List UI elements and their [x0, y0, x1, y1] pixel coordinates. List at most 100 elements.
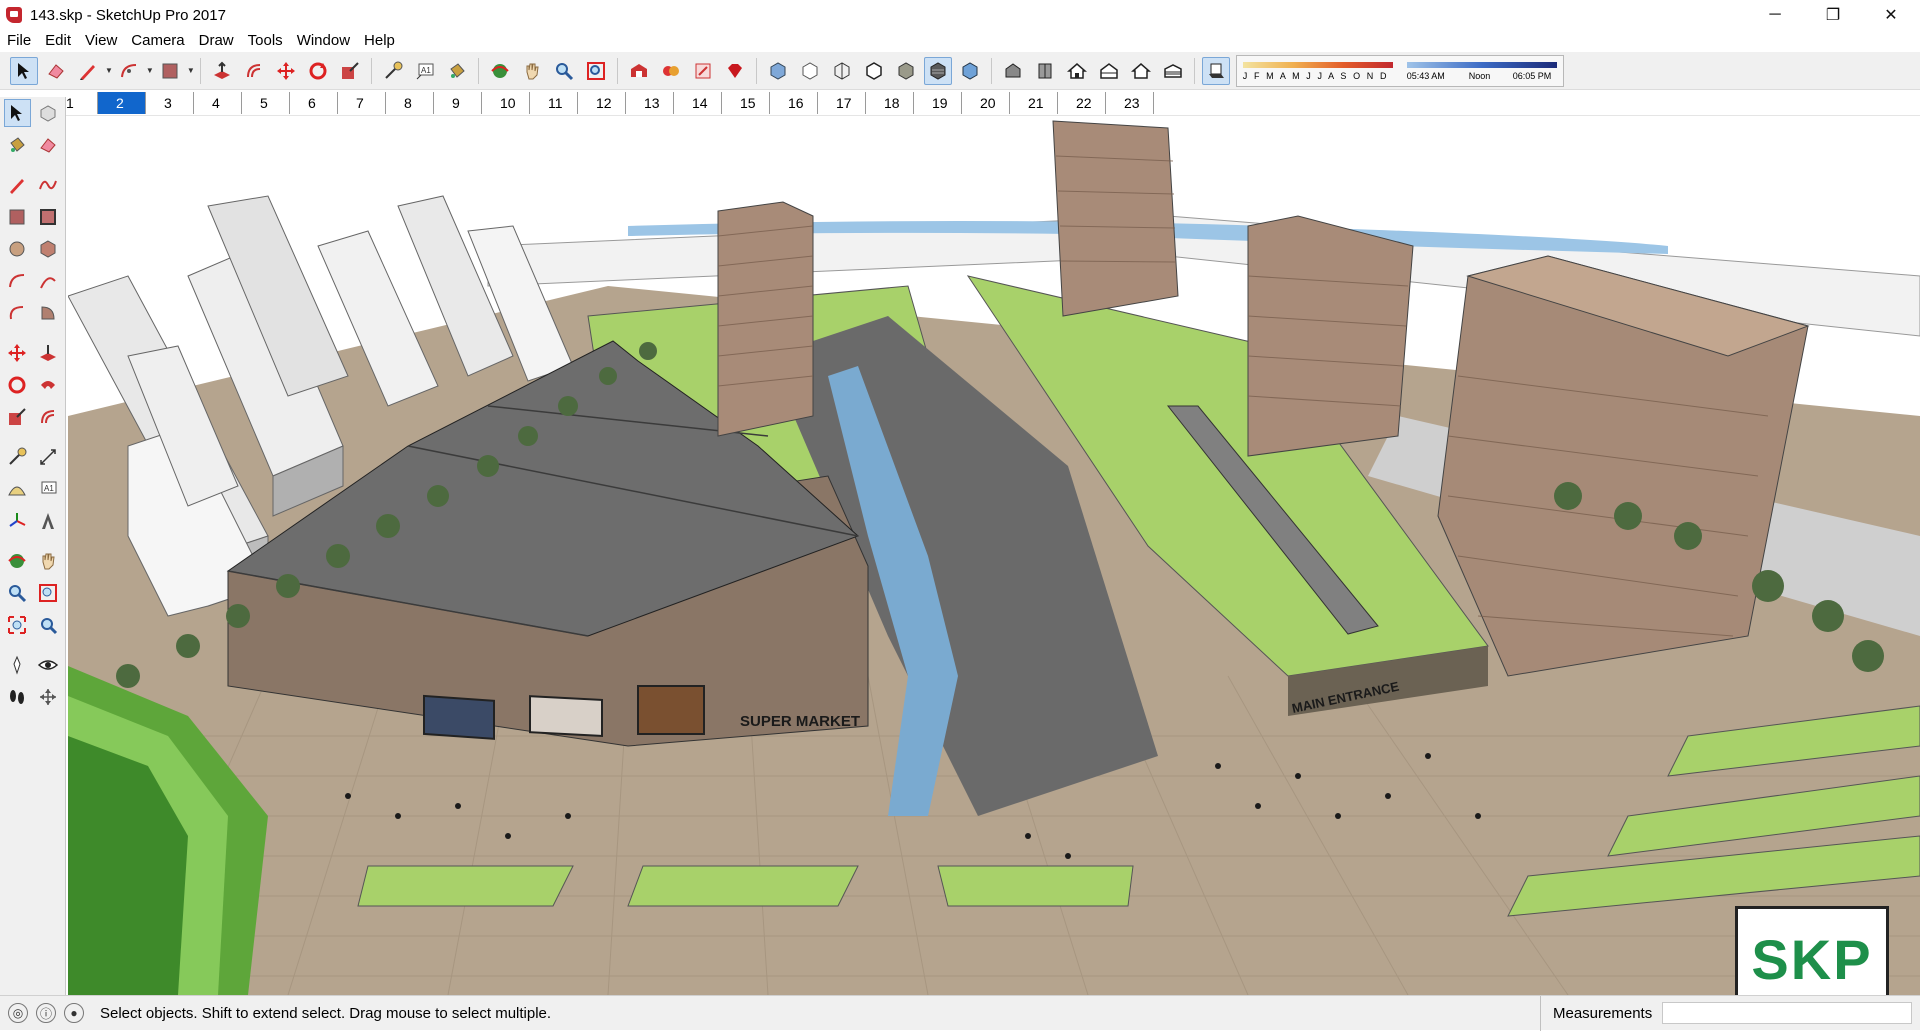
select-tool[interactable]	[4, 99, 31, 127]
walk-tool[interactable]	[4, 683, 31, 711]
model-viewport[interactable]: SUPER MARKET MAIN ENTRANCE SKP	[68, 116, 1920, 995]
extension-warehouse-button[interactable]	[657, 57, 685, 85]
orbit-button[interactable]	[486, 57, 514, 85]
orbit-tool[interactable]	[4, 547, 31, 575]
minimize-button[interactable]: ─	[1746, 0, 1804, 30]
eraser-tool[interactable]	[35, 131, 62, 159]
scene-tab-12[interactable]: 12	[578, 91, 626, 114]
front-view-button[interactable]	[1063, 57, 1091, 85]
move-button[interactable]	[272, 57, 300, 85]
eraser-tool-button[interactable]	[42, 57, 70, 85]
polygon-tool[interactable]	[35, 235, 62, 263]
pan-button[interactable]	[518, 57, 546, 85]
menu-camera[interactable]: Camera	[124, 30, 191, 52]
zoom-extents-button[interactable]	[582, 57, 610, 85]
circle-tool[interactable]	[4, 235, 31, 263]
zoom-tool[interactable]	[4, 579, 31, 607]
scene-tab-18[interactable]: 18	[866, 91, 914, 114]
user-account-icon[interactable]: ●	[64, 1003, 84, 1023]
arc-dropdown-icon[interactable]: ▼	[146, 66, 154, 75]
text-tool[interactable]: A1	[35, 475, 62, 503]
tape-measure-tool[interactable]	[4, 443, 31, 471]
scene-tab-5[interactable]: 5	[242, 91, 290, 114]
push-pull-tool[interactable]	[35, 339, 62, 367]
line-tool-button[interactable]	[74, 57, 102, 85]
axes-tool[interactable]	[4, 507, 31, 535]
rotate-button[interactable]	[304, 57, 332, 85]
layout-button[interactable]	[689, 57, 717, 85]
previous-view-tool[interactable]	[35, 611, 62, 639]
scene-tab-11[interactable]: 11	[530, 91, 578, 114]
offset-button[interactable]	[240, 57, 268, 85]
close-button[interactable]: ✕	[1862, 0, 1920, 30]
3d-warehouse-button[interactable]	[625, 57, 653, 85]
menu-file[interactable]: File	[0, 30, 38, 52]
scene-tab-8[interactable]: 8	[386, 91, 434, 114]
scene-tab-4[interactable]: 4	[194, 91, 242, 114]
menu-window[interactable]: Window	[290, 30, 357, 52]
shadows-toggle-button[interactable]	[1201, 56, 1230, 85]
three-point-arc-tool[interactable]	[4, 299, 31, 327]
zoom-window-tool[interactable]	[35, 579, 62, 607]
pan-tool[interactable]	[35, 547, 62, 575]
menu-draw[interactable]: Draw	[192, 30, 241, 52]
scene-tab-22[interactable]: 22	[1058, 91, 1106, 114]
shaded-button[interactable]	[892, 57, 920, 85]
make-component-tool[interactable]	[35, 99, 62, 127]
scene-tab-15[interactable]: 15	[722, 91, 770, 114]
monochrome-button[interactable]	[956, 57, 984, 85]
iso-view-button[interactable]	[999, 57, 1027, 85]
text-tool-button[interactable]: A1	[411, 57, 439, 85]
scene-tab-14[interactable]: 14	[674, 91, 722, 114]
position-camera-tool[interactable]	[4, 651, 31, 679]
zoom-button[interactable]	[550, 57, 578, 85]
rectangle-tool[interactable]	[4, 203, 31, 231]
rotate-tool[interactable]	[4, 371, 31, 399]
scene-tab-19[interactable]: 19	[914, 91, 962, 114]
zoom-extents-tool[interactable]	[4, 611, 31, 639]
arc-tool[interactable]	[4, 267, 31, 295]
menu-view[interactable]: View	[78, 30, 124, 52]
arc-tool-button[interactable]	[115, 57, 143, 85]
line-tool[interactable]	[4, 171, 31, 199]
offset-tool[interactable]	[35, 403, 62, 431]
scene-tab-6[interactable]: 6	[290, 91, 338, 114]
shape-tool-button[interactable]	[156, 57, 184, 85]
geolocation-icon[interactable]: ◎	[8, 1003, 28, 1023]
shaded-textures-button[interactable]	[923, 56, 952, 85]
push-pull-button[interactable]	[208, 57, 236, 85]
protractor-tool[interactable]	[4, 475, 31, 503]
left-view-button[interactable]	[1159, 57, 1187, 85]
tape-measure-button[interactable]	[379, 57, 407, 85]
two-point-arc-tool[interactable]	[35, 267, 62, 295]
scale-button[interactable]	[336, 57, 364, 85]
scene-tab-21[interactable]: 21	[1010, 91, 1058, 114]
back-view-button[interactable]	[1127, 57, 1155, 85]
menu-edit[interactable]: Edit	[38, 30, 78, 52]
follow-me-tool[interactable]	[35, 371, 62, 399]
scene-tab-2[interactable]: 2	[98, 91, 146, 114]
back-edges-button[interactable]	[796, 57, 824, 85]
paint-bucket-tool[interactable]	[4, 131, 31, 159]
scene-tab-17[interactable]: 17	[818, 91, 866, 114]
menu-help[interactable]: Help	[357, 30, 402, 52]
scene-tab-13[interactable]: 13	[626, 91, 674, 114]
scene-tab-23[interactable]: 23	[1106, 91, 1154, 114]
shadow-time-slider[interactable]: 05:43 AM Noon 06:05 PM	[1406, 58, 1557, 84]
shadow-date-slider[interactable]: J F M A M J J A S O N D	[1242, 58, 1393, 84]
scene-tab-20[interactable]: 20	[962, 91, 1010, 114]
scene-tab-10[interactable]: 10	[482, 91, 530, 114]
3d-text-tool[interactable]	[35, 507, 62, 535]
xray-style-button[interactable]	[764, 57, 792, 85]
move-tool[interactable]	[4, 339, 31, 367]
look-around-tool[interactable]	[35, 651, 62, 679]
top-view-button[interactable]	[1031, 57, 1059, 85]
rotated-rectangle-tool[interactable]	[35, 203, 62, 231]
scene-tab-7[interactable]: 7	[338, 91, 386, 114]
scale-tool[interactable]	[4, 403, 31, 431]
section-plane-tool[interactable]	[35, 683, 62, 711]
credits-icon[interactable]: ⓘ	[36, 1003, 56, 1023]
scene-tab-16[interactable]: 16	[770, 91, 818, 114]
freehand-tool[interactable]	[35, 171, 62, 199]
scene-tab-3[interactable]: 3	[146, 91, 194, 114]
